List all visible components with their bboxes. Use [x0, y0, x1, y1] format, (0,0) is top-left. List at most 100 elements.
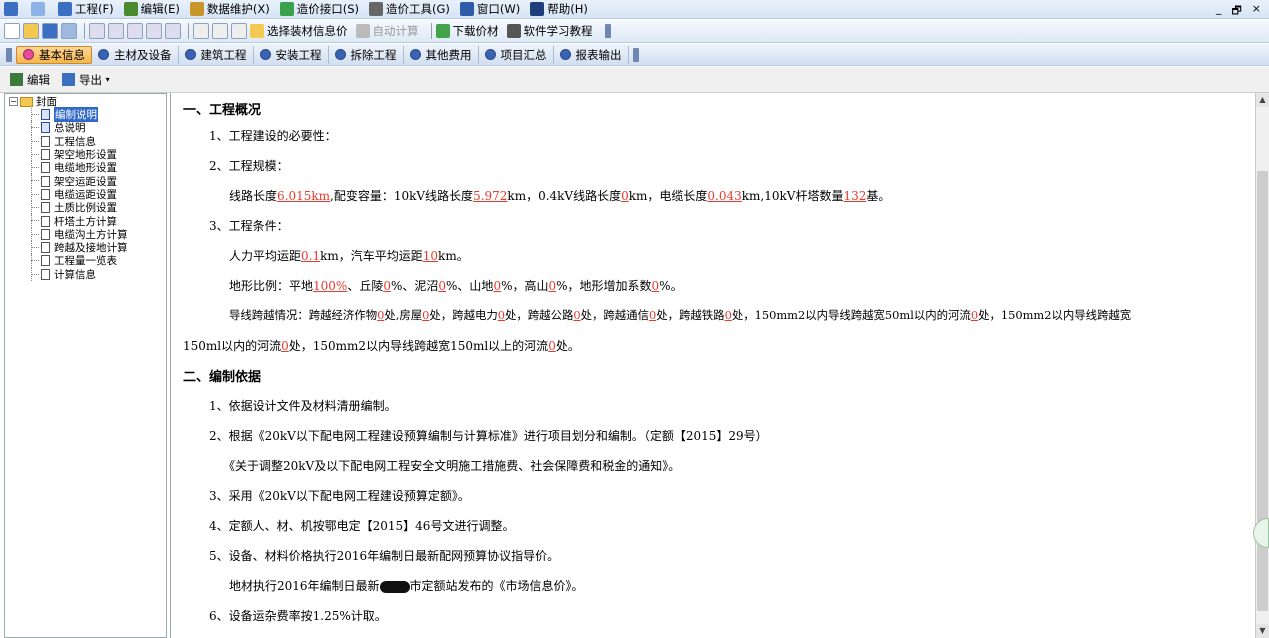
tab-7[interactable]: 报表输出 — [554, 45, 629, 64]
document-icon — [41, 215, 50, 227]
tab-label: 报表输出 — [575, 47, 622, 62]
window-controls: _ 🗗 × — [1216, 2, 1261, 21]
tab-6[interactable]: 项目汇总 — [479, 45, 554, 64]
auto-calc-button[interactable]: 自动计算 — [355, 23, 419, 39]
menu-item-1[interactable]: 编辑(E) — [123, 1, 180, 17]
tree-item[interactable]: 电缆运距设置 — [5, 187, 166, 202]
scroll-up-icon[interactable]: ▲ — [1256, 93, 1269, 107]
app-icon[interactable] — [4, 2, 21, 16]
paste-icon[interactable] — [146, 23, 162, 39]
main-toolbar: 选择装材信息价 自动计算 下载价材 软件学习教程 — [0, 20, 1269, 43]
open-folder-icon[interactable] — [23, 23, 39, 39]
basis-1: 1、依据设计文件及材料清册编制。 — [209, 399, 397, 413]
basis-3: 3、采用《20kV以下配电网工程建设预算定额》。 — [209, 489, 470, 503]
new-file-icon[interactable] — [4, 23, 20, 39]
document-icon — [41, 149, 50, 161]
tree-item[interactable]: 总说明 — [5, 121, 166, 135]
basis-5-local: 地材执行2016年编制日最新 市定额站发布的《市场信息价》。 — [229, 579, 584, 593]
interface-icon — [279, 2, 294, 16]
tree-item[interactable]: 计算信息 — [5, 267, 166, 282]
tree-item[interactable]: 工程信息 — [5, 134, 166, 149]
scroll-down-icon[interactable]: ▼ — [1256, 624, 1269, 638]
tree-item[interactable]: 电缆沟土方计算 — [5, 227, 166, 242]
tab-circle-icon — [184, 49, 196, 60]
tab-4[interactable]: 拆除工程 — [329, 45, 404, 64]
menu-item-0[interactable]: 工程(F) — [58, 1, 114, 17]
select-material-price-button[interactable]: 选择装材信息价 — [250, 23, 348, 39]
tabstrip-end-grip[interactable] — [632, 47, 639, 62]
tree-item-label: 计算信息 — [54, 268, 96, 281]
toolbar-grip[interactable] — [604, 24, 611, 38]
basis-2-notice: 《关于调整20kV及以下配电网工程安全文明施工措施费、社会保障费和税金的通知》。 — [223, 459, 681, 473]
tree-item[interactable]: 编制说明 — [5, 107, 166, 123]
menu-label: 造价工具(G) — [385, 2, 450, 16]
close-button[interactable]: × — [1252, 2, 1261, 21]
haul-line: 人力平均运距0.1km，汽车平均运距10km。 — [229, 249, 469, 263]
tab-label: 安装工程 — [275, 47, 322, 62]
restore-button[interactable]: 🗗 — [1231, 2, 1241, 21]
undo-icon[interactable] — [89, 23, 105, 39]
document-icon — [41, 202, 50, 214]
tree-item[interactable]: 杆塔土方计算 — [5, 214, 166, 228]
tab-5[interactable]: 其他费用 — [404, 45, 479, 64]
cut-icon[interactable] — [108, 23, 124, 39]
tab-2[interactable]: 建筑工程 — [179, 45, 254, 64]
export-icon — [62, 73, 75, 86]
navigation-tree: − 封面 编制说明 总说明 工程信息 架空地形设置 电缆地形设置 架空运距设置 电缆运距设置… — [4, 93, 167, 638]
menu-item-5[interactable]: 窗口(W) — [459, 1, 520, 17]
edit-button[interactable]: 编辑 — [10, 72, 50, 88]
tree-item[interactable]: 跨越及接地计算 — [5, 240, 166, 255]
edit-icon — [10, 73, 23, 86]
project-icon — [58, 2, 72, 16]
tutorial-button[interactable]: 软件学习教程 — [506, 23, 593, 39]
document-pane[interactable]: 一、工程概况 1、工程建设的必要性： 2、工程规模： 线路长度6.015km,配… — [170, 93, 1255, 638]
document-icon — [41, 242, 50, 254]
menu-label: 编辑(E) — [140, 2, 180, 16]
tab-circle-icon — [559, 49, 571, 60]
delete-icon[interactable] — [212, 23, 228, 39]
tab-circle-icon — [98, 49, 109, 60]
find-icon[interactable] — [165, 23, 181, 39]
tree-item[interactable]: 电缆地形设置 — [5, 161, 166, 175]
menu-item-3[interactable]: 造价接口(S) — [279, 1, 359, 17]
sort-icon[interactable] — [231, 23, 247, 39]
menu-item-6[interactable]: 帮助(H) — [530, 1, 588, 17]
crossing-line-2: 150ml以内的河流0处，150mm2以内导线跨越宽150ml以上的河流0处。 — [183, 339, 580, 353]
document-icon — [41, 228, 50, 240]
menu-item-2[interactable]: 数据维护(X) — [189, 1, 270, 17]
vertical-scrollbar[interactable]: ▲ ▼ — [1255, 93, 1269, 638]
save-icon[interactable] — [42, 23, 58, 39]
collapse-icon[interactable]: − — [9, 97, 18, 106]
tab-circle-icon — [23, 49, 34, 60]
crossing-line: 导线跨越情况：跨越经济作物0处,房屋0处，跨越电力0处，跨越公路0处，跨越通信0… — [229, 308, 1132, 322]
document-icon — [41, 175, 50, 187]
tree-root[interactable]: − 封面 — [5, 95, 166, 108]
item-scale: 2、工程规模： — [209, 159, 289, 173]
basis-2: 2、根据《20kV以下配电网工程建设预算编制与计算标准》进行项目划分和编制。（定… — [209, 429, 768, 443]
edit-icon — [123, 2, 138, 16]
tab-label: 拆除工程 — [350, 47, 397, 62]
item-necessity: 1、工程建设的必要性： — [209, 129, 337, 143]
save-as-icon[interactable] — [61, 23, 77, 39]
minimize-button[interactable]: _ — [1216, 2, 1222, 21]
folder-icon — [20, 96, 33, 107]
tree-item[interactable]: 架空地形设置 — [5, 147, 166, 162]
menu-bar: 工程(F) 编辑(E) 数据维护(X) 造价接口(S) 造价工具(G) 窗口(W) 帮助(H… — [0, 0, 1269, 19]
tree-item[interactable]: 土质比例设置 — [5, 201, 166, 215]
menu-item-4[interactable]: 造价工具(G) — [368, 1, 450, 17]
menu-label: 数据维护(X) — [206, 2, 270, 16]
tab-3[interactable]: 安装工程 — [254, 45, 329, 64]
export-button[interactable]: 导出 ▾ — [62, 72, 110, 88]
tab-circle-icon — [409, 49, 421, 60]
tree-item[interactable]: 工程量一览表 — [5, 254, 166, 268]
tab-0[interactable]: 基本信息 — [16, 45, 92, 64]
redaction-mark — [379, 580, 410, 593]
scale-line: 线路长度6.015km,配变容量：10kV线路长度5.972km，0.4kV线路… — [229, 189, 891, 203]
tree-item[interactable]: 架空运距设置 — [5, 174, 166, 189]
tabstrip-grip[interactable] — [6, 47, 12, 62]
new-icon[interactable] — [31, 2, 48, 16]
copy-icon[interactable] — [127, 23, 143, 39]
insert-row-icon[interactable] — [193, 23, 209, 39]
download-price-button[interactable]: 下载价材 — [435, 23, 499, 39]
tab-1[interactable]: 主材及设备 — [92, 45, 179, 64]
